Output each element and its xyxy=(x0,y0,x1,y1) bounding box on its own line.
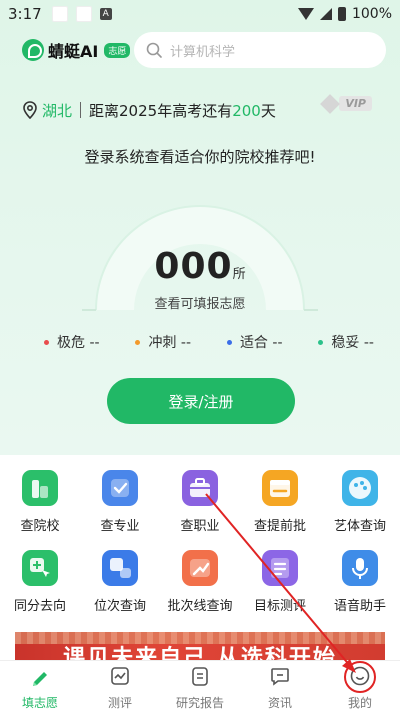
tool-label: 查院校 xyxy=(20,519,60,534)
search-placeholder: 计算机科学 xyxy=(170,44,236,60)
banner-text: 课见未来自己 从选科开始 xyxy=(63,646,337,662)
location-row: 湖北 距离2025年高考还有200天 VIP xyxy=(22,93,378,122)
search-icon xyxy=(146,42,162,58)
legend-label: 冲刺 -- xyxy=(148,335,192,351)
legend-item: 极危 -- xyxy=(44,332,100,352)
search-input[interactable]: 计算机科学 xyxy=(134,32,386,68)
nav-tab-chart[interactable]: 测评 xyxy=(80,661,160,712)
nav-tab-report[interactable]: 研究报告 xyxy=(160,661,240,712)
nav-tab-pencil[interactable]: 填志愿 xyxy=(0,661,80,712)
battery-icon xyxy=(337,7,346,21)
tool-label: 批次线查询 xyxy=(167,599,233,614)
signal-icon xyxy=(319,8,332,20)
legend-label: 稳妥 -- xyxy=(331,335,374,351)
tool-label: 目标测评 xyxy=(253,599,306,614)
legend-item: 适合 -- xyxy=(226,332,283,352)
profile-icon xyxy=(350,666,370,686)
tool-label: 位次查询 xyxy=(93,599,146,614)
divider xyxy=(80,102,82,118)
calendar-icon xyxy=(262,470,298,506)
notification-icon xyxy=(75,6,92,22)
vip-label: VIP xyxy=(339,96,372,111)
tool-briefcase[interactable]: 查职业 xyxy=(160,470,240,534)
direction-icon xyxy=(22,550,58,586)
battery-percent: 100% xyxy=(351,6,392,22)
nav-label: 填志愿 xyxy=(21,696,58,710)
legend-label: 极危 -- xyxy=(57,335,100,351)
tool-major[interactable]: 查专业 xyxy=(80,470,160,534)
risk-legend: 极危 -- 冲刺 -- 适合 -- 稳妥 -- xyxy=(44,332,374,352)
gauge-label: 查看可填报志愿 xyxy=(154,297,246,312)
province-selector[interactable]: 湖北 xyxy=(42,100,72,121)
chart-icon xyxy=(111,667,129,685)
legend-dot xyxy=(44,339,49,345)
tool-label: 同分去向 xyxy=(13,599,66,614)
countdown-suffix: 天 xyxy=(260,101,276,120)
tool-label: 语音助手 xyxy=(333,599,386,614)
countdown-days: 200 xyxy=(232,101,261,120)
legend-item: 冲刺 -- xyxy=(135,332,191,352)
trend-icon xyxy=(182,550,218,586)
nav-tab-profile[interactable]: 我的 xyxy=(320,661,400,712)
tool-calendar[interactable]: 查提前批 xyxy=(240,470,320,534)
school-icon xyxy=(22,470,58,506)
countdown-prefix: 距离2025年高考还有 xyxy=(89,101,233,120)
tool-school[interactable]: 查院校 xyxy=(0,470,80,534)
legend-dot xyxy=(226,339,232,345)
major-icon xyxy=(102,470,138,506)
tool-rank[interactable]: 位次查询 xyxy=(80,550,160,614)
tool-microphone[interactable]: 语音助手 xyxy=(320,550,400,614)
vip-badge[interactable]: VIP xyxy=(320,93,372,114)
palette-icon xyxy=(342,470,378,506)
nav-tab-message[interactable]: 资讯 xyxy=(240,661,320,712)
status-time: 3:17 xyxy=(8,5,42,23)
dragonfly-logo-icon xyxy=(22,39,44,61)
nav-label: 资讯 xyxy=(267,696,292,710)
logo-text: 蜻蜓AI xyxy=(48,42,99,61)
briefcase-icon xyxy=(182,470,218,506)
microphone-icon xyxy=(342,550,378,586)
diamond-icon xyxy=(320,93,341,114)
pencil-icon xyxy=(33,672,47,686)
tool-label: 查专业 xyxy=(100,519,140,534)
nav-label: 研究报告 xyxy=(175,696,224,710)
wifi-icon xyxy=(297,8,314,20)
tool-palette[interactable]: 艺体查询 xyxy=(320,470,400,534)
app-logo: 蜻蜓AI 志愿 xyxy=(22,38,131,62)
notification-a-icon: A xyxy=(99,8,112,20)
legend-dot xyxy=(318,339,324,345)
logo-badge: 志愿 xyxy=(104,42,131,58)
tool-trend[interactable]: 批次线查询 xyxy=(160,550,240,614)
tool-label: 查职业 xyxy=(180,519,220,534)
notification-icon xyxy=(51,6,68,22)
legend-label: 适合 -- xyxy=(239,335,283,351)
count-value: 000 xyxy=(154,246,233,287)
target-icon xyxy=(262,550,298,586)
login-prompt: 登录系统查看适合你的院校推荐吧! xyxy=(84,148,316,166)
location-pin-icon[interactable] xyxy=(22,101,38,119)
legend-item: 稳妥 -- xyxy=(318,332,374,352)
tool-label: 查提前批 xyxy=(253,519,306,534)
tool-label: 艺体查询 xyxy=(333,519,386,534)
count-unit: 所 xyxy=(232,267,246,282)
tool-direction[interactable]: 同分去向 xyxy=(0,550,80,614)
report-icon xyxy=(192,667,208,686)
status-bar: 3:17 A 100% xyxy=(0,0,400,28)
promo-banner[interactable]: 课见未来自己 从选科开始 xyxy=(15,632,385,662)
bottom-navigation: 填志愿 测评 研究报告 资讯 我的 xyxy=(0,660,400,712)
header: 蜻蜓AI 志愿 计算机科学 xyxy=(0,32,400,72)
legend-dot xyxy=(135,339,141,345)
recommended-count: 000所 xyxy=(0,246,400,287)
login-register-button[interactable]: 登录/注册 xyxy=(107,378,295,424)
message-icon xyxy=(271,668,289,686)
nav-label: 测评 xyxy=(107,696,132,710)
rank-icon xyxy=(102,550,138,586)
nav-label: 我的 xyxy=(347,696,372,710)
tool-target[interactable]: 目标测评 xyxy=(240,550,320,614)
exam-countdown: 距离2025年高考还有200天 xyxy=(89,100,276,121)
